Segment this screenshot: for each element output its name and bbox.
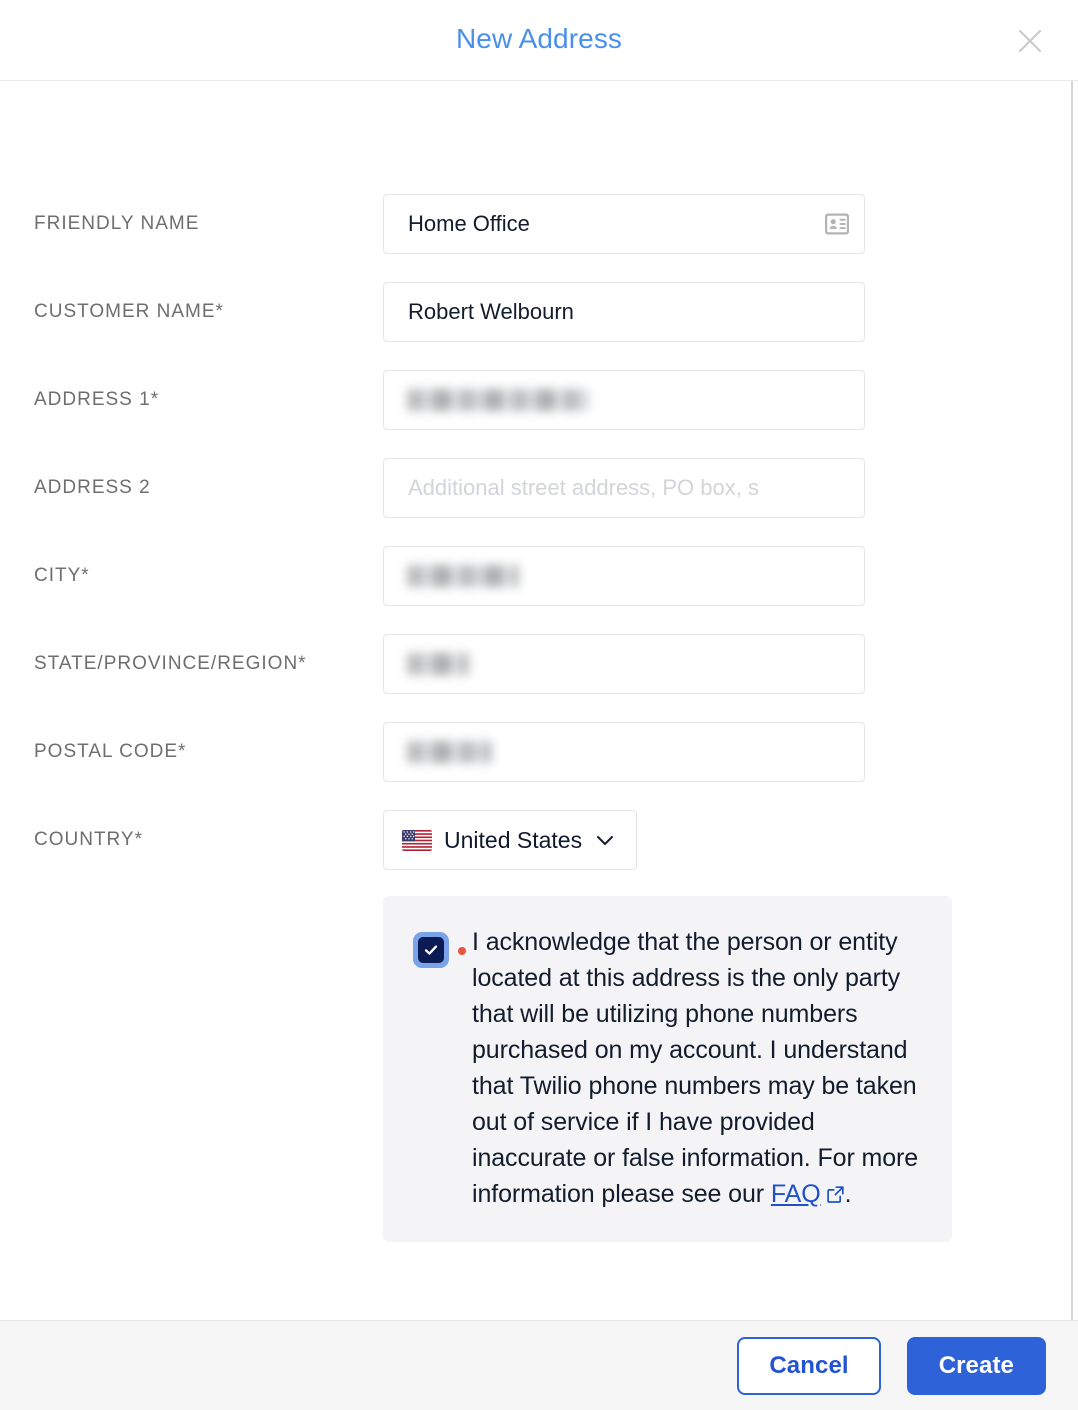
external-link-icon[interactable] [826,1178,845,1203]
label-state-province-region: STATE/PROVINCE/REGION* [34,653,307,674]
form-row-state: STATE/PROVINCE/REGION* [0,634,1078,694]
redacted-value-postal-code [407,741,491,763]
label-city: CITY* [34,565,90,586]
vertical-scrollbar[interactable] [1071,81,1073,1320]
field-address-2 [383,458,865,518]
label-address-2: ADDRESS 2 [34,477,151,498]
chevron-down-icon [594,829,616,851]
new-address-modal: New Address FRIENDLY NAME Home Office CU… [0,0,1078,1410]
field-friendly-name [383,194,865,254]
friendly-name-input[interactable] [383,194,865,254]
acknowledgement-checkbox[interactable] [413,932,449,968]
customer-name-input[interactable] [383,282,865,342]
create-button[interactable]: Create [906,1336,1046,1395]
redacted-value-state [407,653,469,675]
acknowledgement-tail: . [844,1180,852,1208]
form-row-customer-name: CUSTOMER NAME* [0,282,1078,342]
field-postal-code [383,722,865,782]
field-state-province-region [383,634,865,694]
label-customer-name: CUSTOMER NAME* [34,301,224,322]
label-friendly-name: FRIENDLY NAME [34,213,200,234]
required-indicator-dot [458,947,466,955]
form-row-address-1: ADDRESS 1* [0,370,1078,430]
page-title: New Address [455,23,623,54]
label-country: COUNTRY* [34,829,143,850]
form-row-friendly-name: FRIENDLY NAME [0,194,1078,254]
form-row-postal-code: POSTAL CODE* [0,722,1078,782]
form-row-country: COUNTRY* United States [0,810,1078,870]
country-select[interactable]: United States [383,810,638,870]
field-address-1 [383,370,865,430]
label-address-1: ADDRESS 1* [34,389,160,410]
modal-body: FRIENDLY NAME CUSTOMER NAME* [0,81,1078,1320]
acknowledgement-text: I acknowledge that the person or entity … [472,924,922,1212]
faq-link[interactable]: FAQ [771,1180,821,1208]
us-flag-icon [402,829,432,851]
form-row-city: CITY* [0,546,1078,606]
country-selected-value: United States [444,826,583,853]
address-2-input[interactable] [383,458,865,518]
cancel-button[interactable]: Cancel [737,1336,881,1395]
field-customer-name [383,282,865,342]
redacted-value-city [407,565,519,587]
form-row-address-2: ADDRESS 2 [0,458,1078,518]
redacted-value-address-1 [407,389,589,411]
field-country: United States [383,810,638,870]
acknowledgement-body: I acknowledge that the person or entity … [472,928,919,1208]
field-city [383,546,865,606]
modal-footer: Cancel Create [0,1320,1078,1410]
check-icon [424,945,438,955]
checkbox-box [418,937,444,963]
close-icon[interactable] [1014,25,1046,57]
modal-header: New Address [0,0,1078,81]
acknowledgement-panel: I acknowledge that the person or entity … [383,896,952,1242]
label-postal-code: POSTAL CODE* [34,741,187,762]
